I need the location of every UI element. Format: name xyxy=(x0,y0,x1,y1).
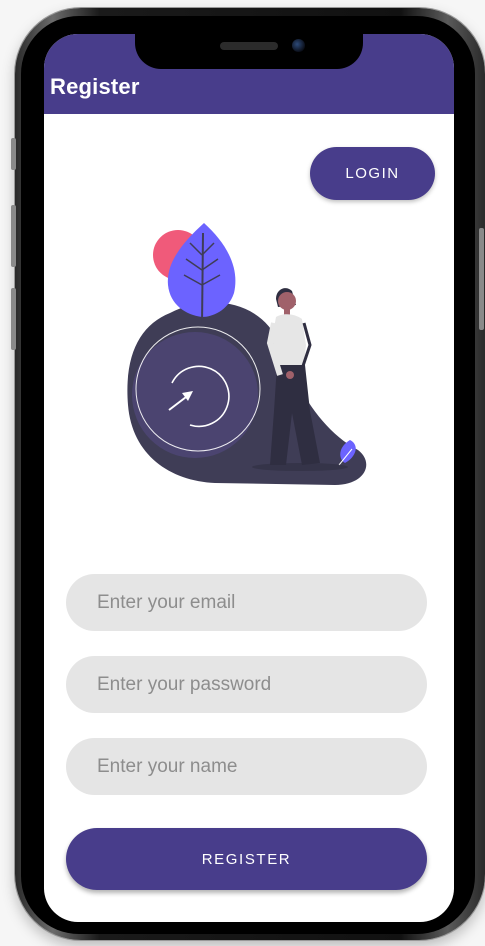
register-illustration xyxy=(127,223,367,485)
power-button xyxy=(479,228,484,330)
login-button[interactable]: LOGIN xyxy=(310,147,435,200)
ground-shadow xyxy=(252,463,348,471)
page-title: Register xyxy=(50,74,140,99)
inner-circle xyxy=(132,332,258,458)
name-field[interactable] xyxy=(66,738,427,795)
speaker-grille xyxy=(220,42,278,50)
front-camera xyxy=(292,39,305,52)
mute-switch xyxy=(11,138,16,170)
password-field[interactable] xyxy=(66,656,427,713)
register-button[interactable]: REGISTER xyxy=(66,828,427,890)
notch xyxy=(135,34,363,69)
volume-down-button xyxy=(11,288,16,350)
volume-up-button xyxy=(11,205,16,267)
device-mockup: Register LOGIN Enter your email Enter yo… xyxy=(0,0,485,946)
email-field[interactable] xyxy=(66,574,427,631)
